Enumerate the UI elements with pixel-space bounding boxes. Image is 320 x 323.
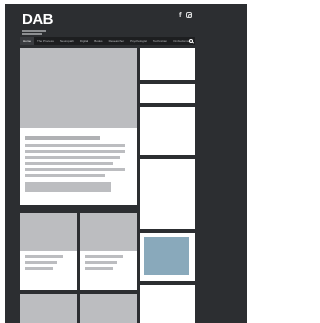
sidebar-widget bbox=[140, 285, 195, 323]
sidebar-widget bbox=[140, 159, 195, 229]
article-card-image bbox=[80, 294, 137, 323]
nav-item-psychologist[interactable]: Psychologist bbox=[127, 37, 150, 45]
sidebar-ad-widget bbox=[140, 233, 195, 281]
sidebar-widget bbox=[140, 84, 195, 103]
featured-article-text-line bbox=[25, 162, 113, 165]
featured-article-text-line bbox=[25, 174, 105, 177]
article-card-text-line bbox=[25, 267, 53, 270]
main-navbar: Home The Process Neuropath Digital Books… bbox=[20, 37, 195, 45]
sidebar-widget bbox=[140, 107, 195, 155]
sidebar-widget bbox=[140, 48, 195, 80]
nav-item-technician[interactable]: Technician bbox=[150, 37, 170, 45]
facebook-icon[interactable]: f bbox=[179, 12, 182, 19]
article-card-text-line bbox=[85, 261, 117, 264]
article-card[interactable] bbox=[20, 213, 77, 290]
featured-article-text-line bbox=[25, 156, 120, 159]
page-frame: DAB f Home The Process Neuropath Digital… bbox=[5, 4, 247, 323]
logo-tagline-line bbox=[22, 30, 46, 32]
article-card[interactable] bbox=[80, 294, 137, 323]
article-card-image bbox=[20, 294, 77, 323]
site-logo[interactable]: DAB bbox=[22, 11, 54, 28]
nav-item-home[interactable]: Home bbox=[20, 37, 35, 45]
article-card-title bbox=[85, 255, 123, 258]
featured-article-text-line bbox=[25, 168, 125, 171]
featured-article-button[interactable] bbox=[25, 182, 111, 192]
article-card-text-line bbox=[85, 267, 113, 270]
nav-item-the-process[interactable]: The Process bbox=[34, 37, 57, 45]
article-card-title bbox=[25, 255, 63, 258]
logo-tagline-line bbox=[22, 33, 42, 35]
featured-article-text-line bbox=[25, 150, 125, 153]
search-icon[interactable] bbox=[189, 39, 193, 43]
nav-item-neuropath[interactable]: Neuropath bbox=[57, 37, 77, 45]
article-card-image bbox=[20, 213, 77, 251]
advertisement-image[interactable] bbox=[144, 237, 189, 275]
nav-item-books[interactable]: Books bbox=[91, 37, 105, 45]
article-card[interactable] bbox=[20, 294, 77, 323]
nav-item-digital[interactable]: Digital bbox=[77, 37, 91, 45]
article-card-image bbox=[80, 213, 137, 251]
instagram-icon[interactable] bbox=[186, 12, 192, 18]
nav-item-researcher[interactable]: Researcher bbox=[106, 37, 128, 45]
featured-article-card[interactable] bbox=[20, 48, 137, 205]
article-card-text-line bbox=[25, 261, 57, 264]
featured-article-text-line bbox=[25, 144, 125, 147]
featured-article-image bbox=[20, 48, 137, 128]
featured-article-title bbox=[25, 136, 100, 140]
article-card[interactable] bbox=[80, 213, 137, 290]
